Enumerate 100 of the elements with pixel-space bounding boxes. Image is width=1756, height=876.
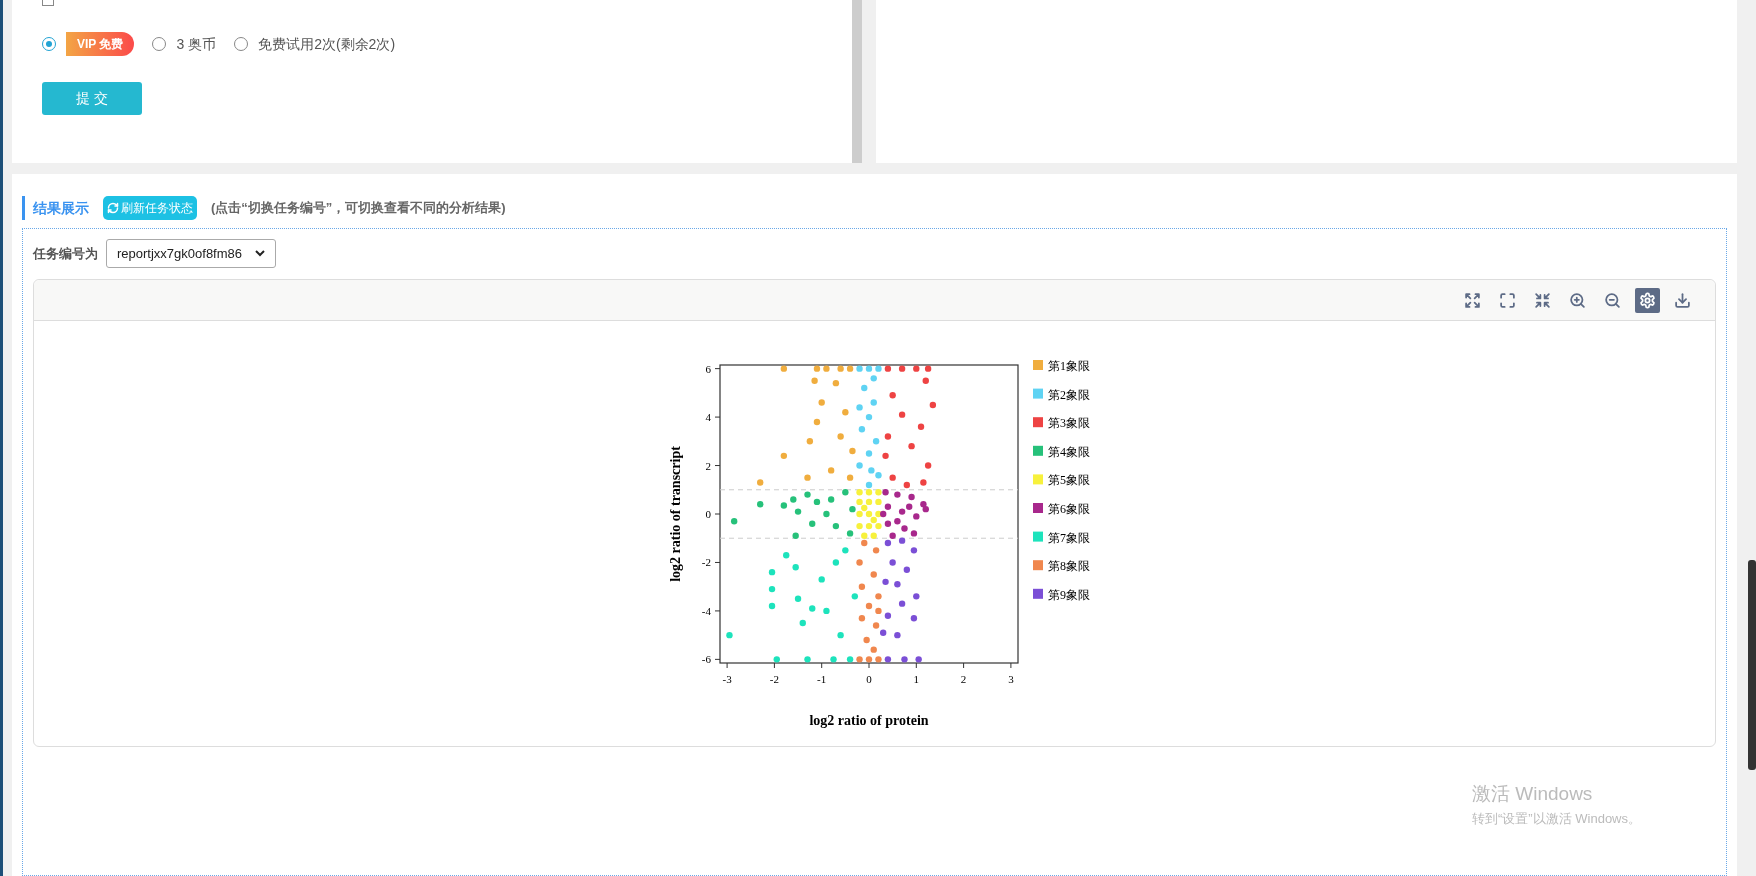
data-point bbox=[789, 496, 796, 503]
x-tick-label: -1 bbox=[816, 673, 826, 685]
data-point bbox=[929, 401, 936, 409]
data-point bbox=[780, 365, 787, 372]
data-point bbox=[862, 636, 870, 644]
data-point bbox=[872, 438, 879, 445]
data-point bbox=[893, 491, 901, 498]
scrollbar-thumb[interactable] bbox=[1748, 560, 1756, 770]
x-tick-label: 1 bbox=[913, 673, 919, 685]
data-point bbox=[874, 365, 882, 372]
download-icon bbox=[1674, 291, 1691, 309]
data-point bbox=[808, 520, 815, 527]
data-point bbox=[792, 532, 799, 539]
data-point bbox=[836, 365, 844, 372]
data-point bbox=[888, 392, 896, 399]
data-point bbox=[888, 559, 896, 566]
data-point bbox=[832, 559, 839, 566]
fullscreen-icon bbox=[1499, 291, 1516, 309]
vip-badge: VIP 免费 bbox=[66, 32, 135, 56]
data-point bbox=[900, 656, 908, 663]
data-point bbox=[865, 450, 872, 457]
data-point bbox=[919, 479, 927, 486]
data-point bbox=[881, 578, 889, 586]
y-tick-label: -6 bbox=[701, 653, 711, 666]
data-point bbox=[818, 576, 825, 583]
data-point bbox=[822, 510, 830, 518]
data-point bbox=[846, 530, 853, 537]
settings-button[interactable] bbox=[1635, 287, 1660, 313]
hint-text: (点击“切换任务编号”，可切换查看不同的分析结果) bbox=[211, 199, 506, 218]
y-axis-title: log2 ratio of transcript bbox=[667, 446, 683, 582]
data-point bbox=[903, 566, 910, 573]
y-tick-label: 4 bbox=[705, 411, 711, 424]
data-point bbox=[827, 467, 834, 474]
data-point bbox=[855, 656, 863, 663]
data-point bbox=[884, 656, 891, 663]
data-point bbox=[874, 593, 882, 600]
data-point bbox=[813, 498, 820, 506]
data-point bbox=[756, 501, 763, 508]
data-point bbox=[858, 426, 865, 433]
data-point bbox=[855, 522, 863, 530]
option-label: 3 奥币 bbox=[176, 34, 217, 54]
data-point bbox=[846, 365, 853, 372]
x-tick-label: 2 bbox=[960, 673, 966, 685]
data-point bbox=[870, 375, 877, 382]
scrollbar[interactable] bbox=[852, 0, 862, 163]
data-point bbox=[872, 547, 879, 554]
legend-label: 第9象限 bbox=[1047, 587, 1090, 602]
data-point bbox=[907, 442, 915, 450]
data-point bbox=[782, 552, 789, 559]
data-point bbox=[768, 602, 775, 610]
data-point bbox=[914, 656, 922, 663]
data-point bbox=[773, 656, 780, 663]
zoom-in-icon bbox=[1569, 291, 1586, 309]
submit-button[interactable]: 提 交 bbox=[42, 82, 142, 115]
data-point bbox=[922, 377, 929, 384]
refresh-button[interactable]: 刷新任务状态 bbox=[103, 196, 197, 220]
data-point bbox=[836, 631, 844, 639]
data-point bbox=[730, 518, 737, 525]
task-select[interactable]: reportjxx7gk0of8fm86 bbox=[106, 239, 276, 268]
task-label: 任务编号为 bbox=[33, 244, 98, 263]
data-point bbox=[865, 413, 872, 421]
legend-label: 第3象限 bbox=[1047, 416, 1090, 431]
data-point bbox=[829, 656, 837, 663]
data-point bbox=[884, 365, 891, 372]
data-point bbox=[768, 585, 775, 593]
legend-label: 第8象限 bbox=[1047, 559, 1090, 574]
data-point bbox=[822, 365, 830, 372]
data-point bbox=[860, 384, 867, 392]
data-point bbox=[810, 377, 818, 384]
data-point bbox=[836, 433, 844, 440]
activation-title: 激活 Windows bbox=[1472, 782, 1594, 806]
data-point bbox=[898, 365, 905, 372]
data-point bbox=[912, 593, 919, 600]
data-point bbox=[848, 447, 856, 455]
data-point bbox=[874, 607, 882, 615]
data-point bbox=[858, 583, 865, 590]
data-point bbox=[806, 438, 813, 445]
data-point bbox=[907, 493, 915, 501]
data-point bbox=[910, 530, 917, 537]
data-point bbox=[917, 423, 924, 430]
data-point bbox=[813, 418, 820, 426]
shrink-icon bbox=[1534, 291, 1551, 309]
data-point bbox=[884, 612, 891, 619]
y-tick-label: 6 bbox=[705, 362, 711, 375]
data-point bbox=[858, 615, 865, 622]
data-point bbox=[756, 479, 763, 486]
x-tick-label: -3 bbox=[722, 673, 732, 685]
data-point bbox=[792, 564, 799, 571]
y-tick-label: -4 bbox=[701, 604, 711, 617]
refresh-icon bbox=[107, 202, 119, 214]
data-point bbox=[903, 481, 910, 489]
legend-label: 第6象限 bbox=[1047, 502, 1090, 516]
data-point bbox=[865, 602, 872, 610]
data-point bbox=[855, 489, 863, 496]
data-point bbox=[870, 646, 877, 653]
y-tick-label: 2 bbox=[705, 459, 711, 472]
data-point bbox=[855, 365, 863, 372]
x-tick-label: 0 bbox=[865, 673, 872, 685]
data-point bbox=[881, 452, 889, 460]
data-point bbox=[870, 571, 877, 578]
